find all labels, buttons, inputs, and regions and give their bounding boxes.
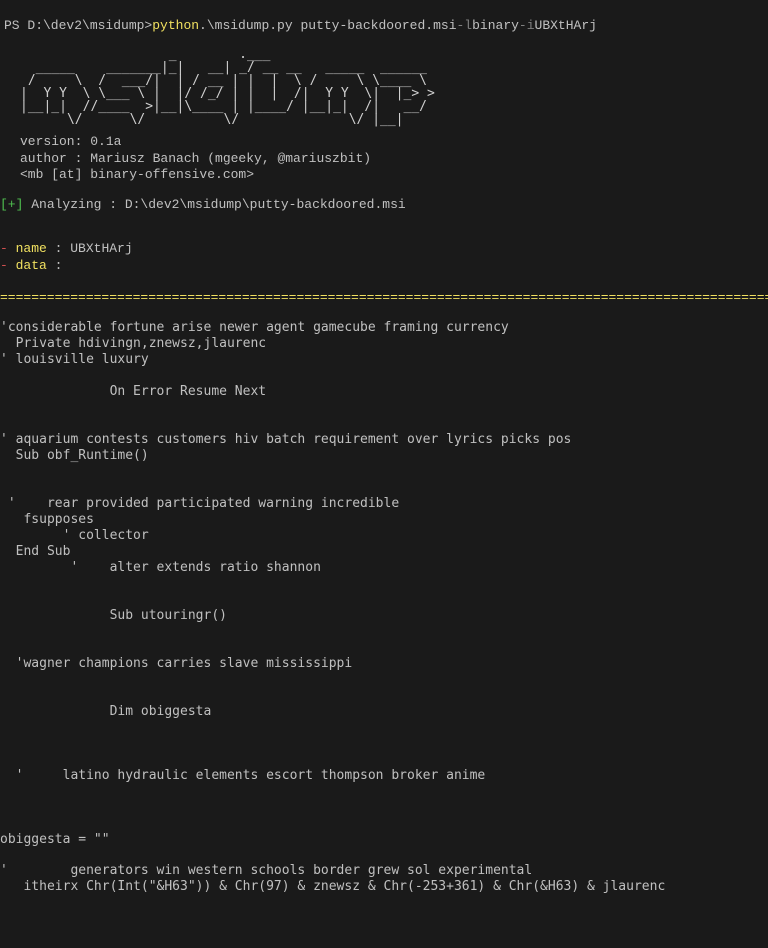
ascii-banner: _ .___ _____ _______|_| __| _/ __ __ ___… <box>0 48 768 126</box>
command-flag-l: -l <box>457 18 473 34</box>
terminal-prompt-line[interactable]: PS D:\dev2\msidump> python .\msidump.py … <box>0 18 768 34</box>
dumped-code: 'considerable fortune arise newer agent … <box>0 320 768 895</box>
author-line: author : Mariusz Banach (mgeeky, @marius… <box>0 151 768 167</box>
command-python: python <box>152 18 199 34</box>
command-script: .\msidump.py putty-backdoored.msi <box>199 18 456 34</box>
analyzing-text: Analyzing : D:\dev2\msidump\putty-backdo… <box>31 197 405 212</box>
dash-icon: - <box>0 241 16 256</box>
command-arg-id: UBXtHArj <box>535 18 597 34</box>
field-name-line: - name : UBXtHArj <box>0 241 768 257</box>
field-name-label: name <box>16 241 47 256</box>
field-name-value: UBXtHArj <box>70 241 132 256</box>
field-data-label: data <box>16 258 47 273</box>
field-data-line: - data : <box>0 258 768 274</box>
version-line: version: 0.1a <box>0 134 768 150</box>
field-data-sep: : <box>47 258 63 273</box>
analyzing-line: [+] Analyzing : D:\dev2\msidump\putty-ba… <box>0 197 768 213</box>
command-arg-binary: binary <box>472 18 519 34</box>
dash-icon: - <box>0 258 16 273</box>
field-name-sep: : <box>47 241 70 256</box>
command-flag-i: -i <box>519 18 535 34</box>
prompt-path: PS D:\dev2\msidump> <box>4 18 152 34</box>
separator-line: ========================================… <box>0 290 768 306</box>
status-bracket: [+] <box>0 197 23 212</box>
author-email-line: <mb [at] binary-offensive.com> <box>0 167 768 183</box>
